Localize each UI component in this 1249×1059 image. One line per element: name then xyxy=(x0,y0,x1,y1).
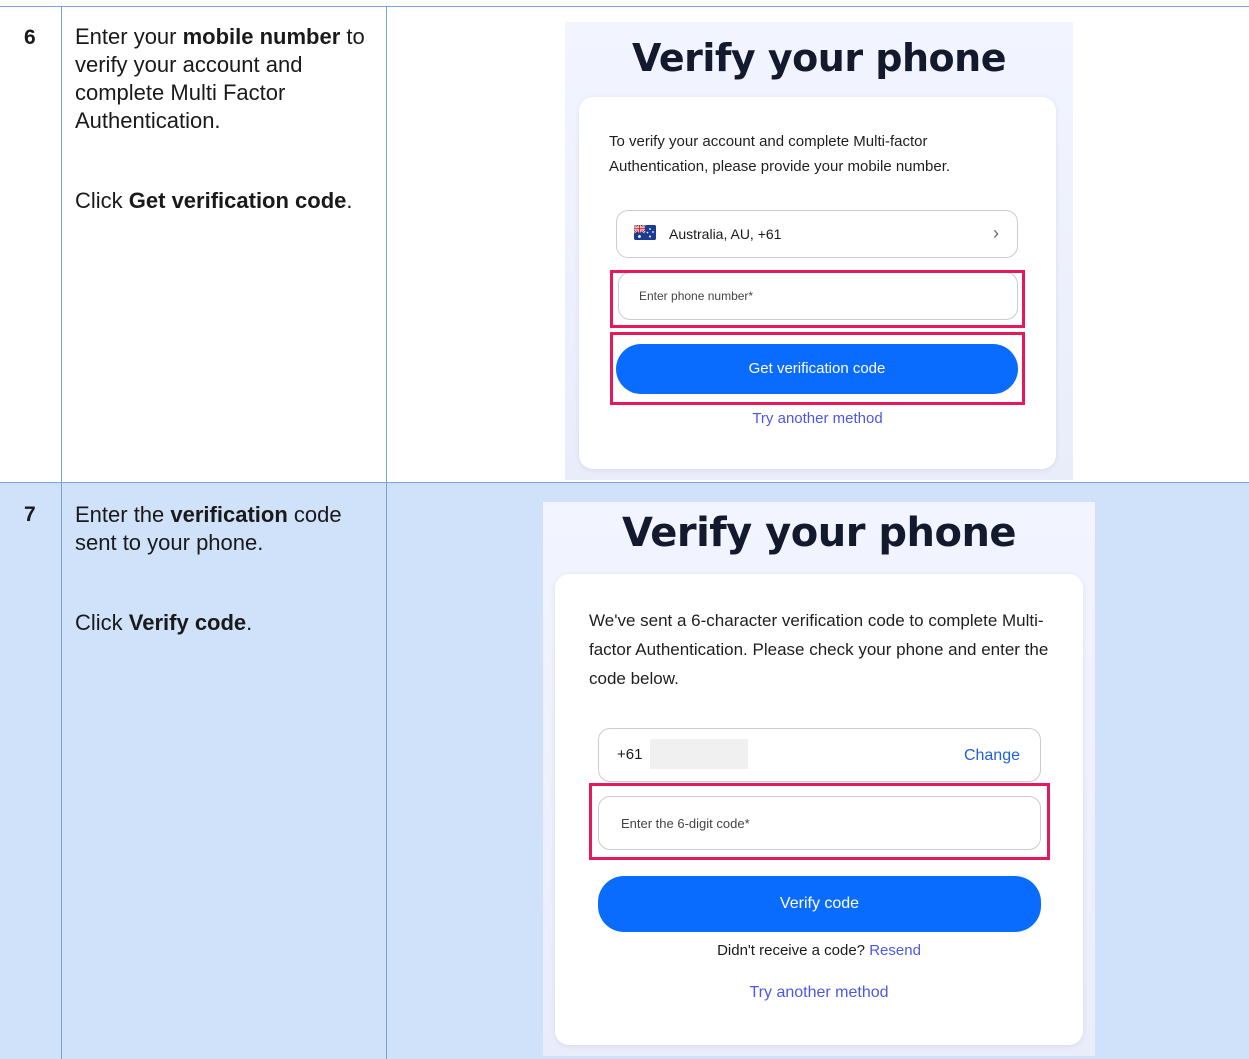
try-another-method-link[interactable]: Try another method xyxy=(555,984,1083,1002)
column-divider xyxy=(386,7,387,482)
step-number: 6 xyxy=(24,26,36,49)
chevron-right-icon: › xyxy=(993,223,999,243)
page-title: Verify your phone xyxy=(632,36,1007,80)
action-text: Click Verify code. xyxy=(75,610,253,635)
step-row-7: 7 Enter the verification code sent to yo… xyxy=(0,482,1249,1059)
phone-display-field: +61 Change xyxy=(598,728,1041,782)
card-description: To verify your account and complete Mult… xyxy=(609,133,951,175)
step-number: 7 xyxy=(24,503,36,526)
action-text: Click Get verification code. xyxy=(75,188,353,213)
step-instructions: Enter the verification code sent to your… xyxy=(75,501,380,637)
highlight-box xyxy=(589,783,1050,860)
column-divider xyxy=(386,483,387,1059)
card-description: We've sent a 6-character verification co… xyxy=(589,611,1049,688)
phone-prefix: +61 xyxy=(617,746,643,763)
resend-link[interactable]: Resend xyxy=(869,942,921,959)
verify-phone-screenshot: Verify your phone To verify your account… xyxy=(565,22,1073,480)
verify-code-button[interactable]: Verify code xyxy=(598,876,1041,932)
instruction-text: Enter the verification code sent to your… xyxy=(75,502,342,555)
step-instructions: Enter your mobile number to verify your … xyxy=(75,23,380,215)
try-another-method-link[interactable]: Try another method xyxy=(579,410,1056,427)
country-selector-label: Australia, AU, +61 xyxy=(669,226,782,242)
instruction-text: Enter your mobile number to verify your … xyxy=(75,24,365,133)
resend-prompt: Didn't receive a code? xyxy=(717,942,866,959)
redacted-phone-number xyxy=(650,739,748,769)
verify-card: We've sent a 6-character verification co… xyxy=(555,574,1083,1045)
verify-code-screenshot: Verify your phone We've sent a 6-charact… xyxy=(543,502,1095,1056)
verify-card: To verify your account and complete Mult… xyxy=(579,97,1056,469)
page-title: Verify your phone xyxy=(621,510,1017,556)
change-phone-link[interactable]: Change xyxy=(964,747,1020,765)
column-divider xyxy=(61,7,62,482)
column-divider xyxy=(61,483,62,1059)
highlight-box xyxy=(610,332,1025,405)
australia-flag-icon xyxy=(634,225,656,240)
highlight-box xyxy=(610,270,1025,328)
country-selector[interactable]: Australia, AU, +61 › xyxy=(616,210,1018,258)
step-row-6: 6 Enter your mobile number to verify you… xyxy=(0,6,1249,482)
resend-row: Didn't receive a code? Resend xyxy=(555,942,1083,959)
